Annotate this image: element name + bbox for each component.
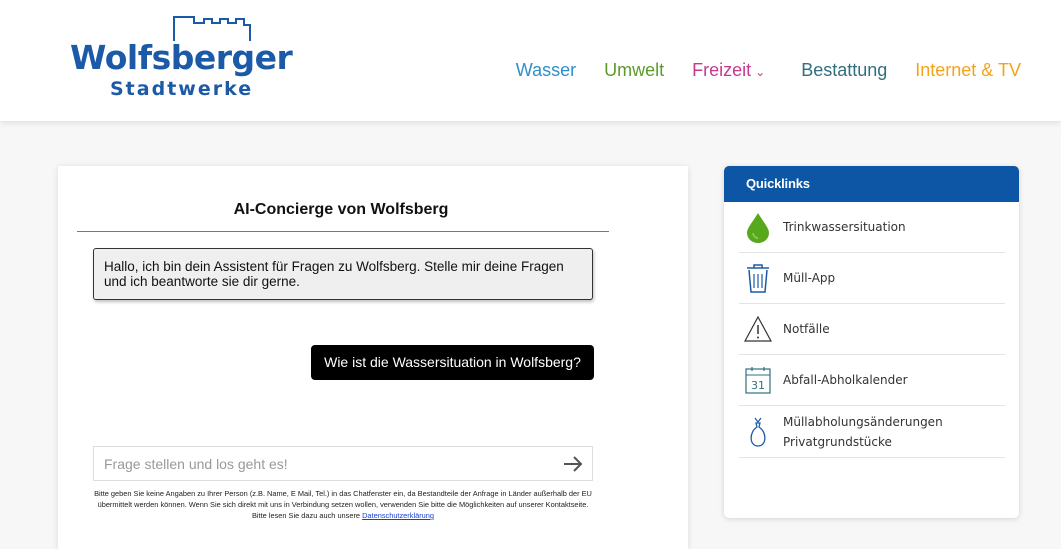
chat-card: AI-Concierge von Wolfsberg Hallo, ich bi… bbox=[58, 166, 688, 549]
assistant-message: Hallo, ich bin dein Assistent für Fragen… bbox=[93, 248, 593, 300]
calendar-icon: 31 bbox=[745, 367, 771, 394]
site-header: Wolfsberger Stadtwerke Wasser Umwelt Fre… bbox=[0, 0, 1061, 121]
quicklinks-card: Quicklinks Trinkwassersituation Müll-App bbox=[724, 166, 1019, 518]
chat-title-divider bbox=[77, 231, 609, 232]
arrow-right-icon[interactable] bbox=[562, 454, 584, 474]
quicklink-label: Abfall-Abholkalender bbox=[783, 373, 908, 387]
quicklink-abfall-abholkalender[interactable]: 31 Abfall-Abholkalender bbox=[739, 355, 1005, 406]
logo-line2: Stadtwerke bbox=[110, 78, 254, 100]
nav-item-internet-tv[interactable]: Internet & TV bbox=[915, 60, 1021, 81]
nav-item-freizeit[interactable]: Freizeit ⌄ bbox=[692, 60, 765, 81]
quicklinks-title: Quicklinks bbox=[724, 166, 1019, 202]
quicklink-label: Müll-App bbox=[783, 271, 836, 285]
trash-bin-icon bbox=[747, 264, 769, 293]
svg-text:31: 31 bbox=[751, 379, 765, 392]
warning-triangle-icon bbox=[743, 315, 773, 342]
chat-title: AI-Concierge von Wolfsberg bbox=[233, 201, 449, 218]
quicklink-notfaelle[interactable]: Notfälle bbox=[739, 304, 1005, 355]
quicklink-trinkwassersituation[interactable]: Trinkwassersituation bbox=[739, 202, 1005, 253]
privacy-policy-link[interactable]: Datenschutzerklärung bbox=[362, 511, 434, 520]
privacy-disclaimer: Bitte geben Sie keine Angaben zu Ihrer P… bbox=[94, 489, 592, 520]
nav-item-bestattung[interactable]: Bestattung bbox=[801, 60, 887, 81]
quicklink-muellabholungsaenderungen[interactable]: Müllabholungsänderungen Privatgrundstück… bbox=[739, 406, 1005, 458]
site-logo[interactable]: Wolfsberger Stadtwerke bbox=[70, 14, 293, 104]
nav-item-wasser[interactable]: Wasser bbox=[516, 60, 576, 81]
quicklinks-list: Trinkwassersituation Müll-App Notfälle 3… bbox=[739, 202, 1005, 458]
quicklink-label: Trinkwassersituation bbox=[783, 220, 906, 234]
quicklink-label: Notfälle bbox=[783, 322, 830, 336]
quicklink-label: Müllabholungsänderungen Privatgrundstück… bbox=[783, 414, 943, 449]
main-nav: Wasser Umwelt Freizeit ⌄ Bestattung Inter… bbox=[516, 60, 1021, 81]
nav-item-umwelt[interactable]: Umwelt bbox=[604, 60, 664, 81]
logo-line1: Wolfsberger bbox=[70, 38, 293, 77]
garbage-bag-icon bbox=[750, 417, 766, 447]
quicklink-muell-app[interactable]: Müll-App bbox=[739, 253, 1005, 304]
chevron-down-icon: ⌄ bbox=[755, 65, 766, 79]
user-message: Wie ist die Wassersituation in Wolfsberg… bbox=[311, 345, 594, 380]
chat-input-box bbox=[93, 446, 593, 481]
water-drop-icon bbox=[747, 213, 769, 243]
chat-input[interactable] bbox=[94, 447, 554, 480]
